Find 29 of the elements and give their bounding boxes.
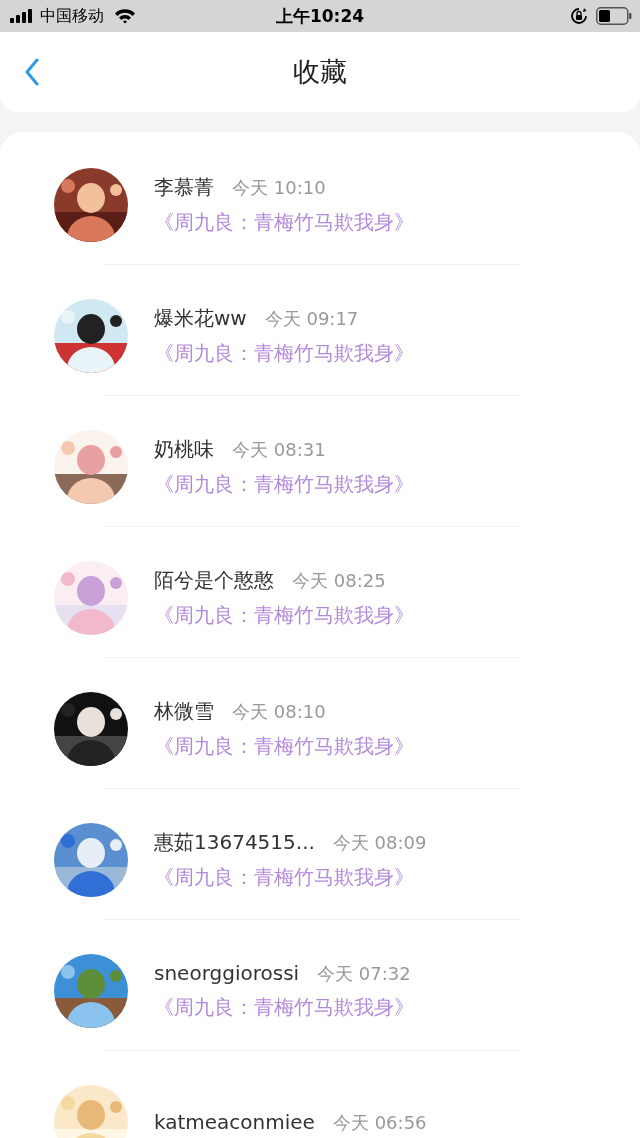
book-title-link[interactable]: 《周九良：青梅竹马欺我身》: [154, 602, 414, 629]
battery-icon: [596, 7, 632, 25]
wifi-icon: [114, 8, 136, 24]
user-name: 李慕菁: [154, 174, 214, 201]
book-title-link[interactable]: 《周九良：青梅竹马欺我身》: [154, 340, 414, 367]
user-name: 林微雪: [154, 698, 214, 725]
timestamp: 今天 09:17: [264, 307, 359, 331]
user-name: 陌兮是个憨憨: [154, 567, 274, 594]
user-name: sneorggiorossi: [154, 961, 300, 985]
clock-time: 上午10:24: [275, 4, 365, 28]
user-name: 惠茹13674515...: [154, 829, 315, 856]
timestamp: 今天 10:10: [232, 176, 326, 200]
timestamp: 今天 08:25: [292, 569, 386, 593]
timestamp: 今天 08:09: [332, 831, 427, 855]
rotation-lock-icon: [570, 7, 588, 25]
carrier-name: 中国移动: [40, 5, 104, 27]
user-name: katmeaconmiee: [154, 1109, 315, 1134]
user-name: 奶桃味: [154, 436, 214, 463]
book-title-link[interactable]: 《周九良：青梅竹马欺我身》: [154, 209, 414, 236]
book-title-link[interactable]: 《周九良：青梅竹马欺我身》: [154, 471, 414, 498]
timestamp: 今天 08:31: [232, 438, 326, 462]
timestamp: 今天 07:32: [317, 962, 411, 986]
user-name: 爆米花ww: [154, 305, 247, 332]
timestamp: 今天 08:10: [232, 700, 326, 724]
book-title-link[interactable]: 《周九良：青梅竹马欺我身》: [154, 733, 414, 760]
book-title-link[interactable]: 《周九良：青梅竹马欺我身》: [154, 994, 414, 1021]
timestamp: 今天 06:56: [332, 1110, 427, 1135]
page-title: 收藏: [293, 55, 347, 89]
book-title-link[interactable]: 《周九良：青梅竹马欺我身》: [154, 864, 427, 891]
